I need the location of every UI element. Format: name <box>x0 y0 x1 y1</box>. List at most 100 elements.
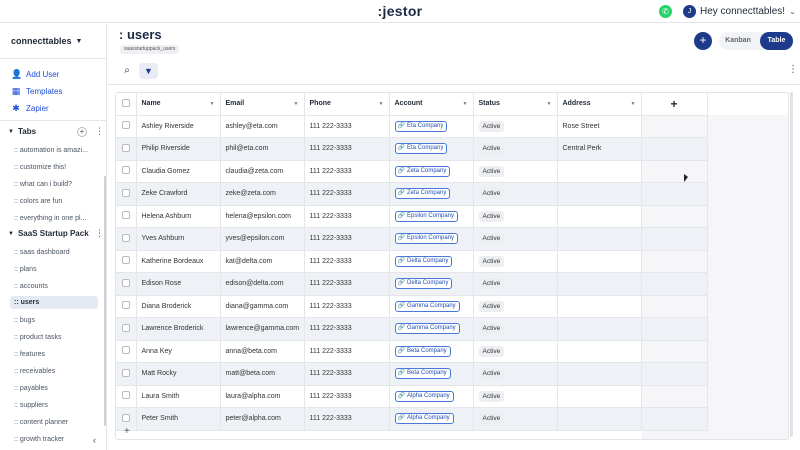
cell-phone[interactable]: 111 222-3333 <box>304 182 390 206</box>
row-checkbox[interactable] <box>116 317 137 341</box>
cell-email[interactable]: claudia@zeta.com <box>220 160 305 183</box>
column-header-email[interactable]: Email ▼ <box>220 93 305 116</box>
table-row[interactable]: Helena Ashburn helena@epsilon.com 111 222-… <box>116 205 708 228</box>
row-checkbox[interactable] <box>116 250 137 273</box>
row-checkbox[interactable] <box>116 340 137 363</box>
cell-account[interactable]: 🔗 Zeta Company <box>389 182 474 206</box>
sidebar-item[interactable]: :: features <box>10 348 98 361</box>
cell-account[interactable]: 🔗 Epsilon Company <box>389 227 474 251</box>
chevron-down-icon[interactable]: ▼ <box>463 101 468 107</box>
cell-status[interactable]: Active <box>473 385 558 408</box>
cell-name[interactable]: Diana Broderick <box>136 295 221 318</box>
cell-phone[interactable]: 111 222-3333 <box>304 385 390 408</box>
cell-status[interactable]: Active <box>473 362 558 386</box>
row-checkbox[interactable] <box>116 295 137 318</box>
sidebar-item-users[interactable]: :: users <box>10 296 98 309</box>
collapse-sidebar-icon[interactable]: ‹ <box>93 435 96 445</box>
cell-name[interactable]: Helena Ashburn <box>136 205 221 228</box>
table-row[interactable]: Lawrence Broderick lawrence@gamma.com 111 … <box>116 317 708 341</box>
cell-name[interactable]: Anna Key <box>136 340 221 363</box>
cell-status[interactable]: Active <box>473 160 558 183</box>
cell-account[interactable]: 🔗 Gamma Company <box>389 317 474 341</box>
cell-account[interactable]: 🔗 Beta Company <box>389 362 474 386</box>
account-link-chip[interactable]: 🔗 Alpha Company <box>394 390 454 402</box>
cell-name[interactable]: Laura Smith <box>136 385 221 408</box>
chevron-down-icon[interactable]: ▼ <box>547 101 552 107</box>
cell-address[interactable]: Central Perk <box>557 137 642 161</box>
more-options-icon[interactable]: ⋮ <box>95 228 104 239</box>
sidebar-item[interactable]: :: customize this! <box>10 161 98 174</box>
cell-name[interactable]: Zeke Crawford <box>136 182 221 206</box>
table-row[interactable]: Peter Smith peter@alpha.com 111 222-3333 🔗 A… <box>116 407 708 431</box>
row-checkbox[interactable] <box>116 272 137 296</box>
account-link-chip[interactable]: 🔗 Delta Company <box>394 255 453 267</box>
cell-email[interactable]: edison@delta.com <box>220 272 305 296</box>
row-checkbox[interactable] <box>116 362 137 386</box>
cell-address[interactable] <box>557 250 642 273</box>
sidebar-item[interactable]: :: growth tracker <box>10 433 98 446</box>
table-row[interactable]: Katherine Bordeaux kat@delta.com 111 222-3… <box>116 250 708 273</box>
cell-status[interactable]: Active <box>473 115 558 138</box>
cell-address[interactable] <box>557 295 642 318</box>
sidebar-link-add-user[interactable]: 👤 Add User <box>11 69 59 79</box>
cell-phone[interactable]: 111 222-3333 <box>304 227 390 251</box>
cell-address[interactable]: Rose Street <box>557 115 642 138</box>
row-checkbox[interactable] <box>116 182 137 206</box>
more-options-icon[interactable]: ⋮ <box>788 64 798 75</box>
row-checkbox[interactable] <box>116 385 137 408</box>
cell-phone[interactable]: 111 222-3333 <box>304 250 390 273</box>
cell-name[interactable]: Matt Rocky <box>136 362 221 386</box>
cell-email[interactable]: lawrence@gamma.com <box>220 317 305 341</box>
sidebar-item[interactable]: :: product tasks <box>10 331 98 344</box>
row-checkbox[interactable] <box>116 227 137 251</box>
cell-phone[interactable]: 111 222-3333 <box>304 407 390 431</box>
view-table-button[interactable]: Table <box>760 32 793 50</box>
table-row[interactable]: Diana Broderick diana@gamma.com 111 222-33… <box>116 295 708 318</box>
table-row[interactable]: Yves Ashburn yves@epsilon.com 111 222-3333… <box>116 227 708 251</box>
view-kanban-button[interactable]: Kanban <box>719 32 757 50</box>
table-row[interactable]: Philip Riverside phil@eta.com 111 222-3333… <box>116 137 708 161</box>
cell-phone[interactable]: 111 222-3333 <box>304 272 390 296</box>
cell-address[interactable] <box>557 182 642 206</box>
account-link-chip[interactable]: 🔗 Gamma Company <box>394 323 460 335</box>
cell-status[interactable]: Active <box>473 137 558 161</box>
cell-email[interactable]: matt@beta.com <box>220 362 305 386</box>
cell-phone[interactable]: 111 222-3333 <box>304 137 390 161</box>
cell-email[interactable]: phil@eta.com <box>220 137 305 161</box>
more-options-icon[interactable]: ⋮ <box>95 126 104 137</box>
cell-name[interactable]: Claudia Gomez <box>136 160 221 183</box>
cell-name[interactable]: Katherine Bordeaux <box>136 250 221 273</box>
chevron-down-icon[interactable]: ▼ <box>631 101 636 107</box>
cell-status[interactable]: Active <box>473 205 558 228</box>
sidebar-item[interactable]: :: automation is amazi... <box>10 144 98 157</box>
cell-account[interactable]: 🔗 Delta Company <box>389 250 474 273</box>
column-header-status[interactable]: Status ▼ <box>473 93 558 116</box>
sidebar-link-templates[interactable]: ▦ Templates <box>11 86 63 96</box>
cell-status[interactable]: Active <box>473 340 558 363</box>
add-tab-icon[interactable]: + <box>77 127 87 137</box>
user-menu[interactable]: J Hey connecttables! ⌄ <box>683 3 796 20</box>
table-row[interactable]: Edison Rose edison@delta.com 111 222-3333 🔗… <box>116 272 708 296</box>
account-link-chip[interactable]: 🔗 Zeta Company <box>394 188 451 200</box>
account-link-chip[interactable]: 🔗 Zeta Company <box>394 165 451 177</box>
cell-address[interactable] <box>557 317 642 341</box>
app-logo[interactable]: :jestor <box>0 3 800 19</box>
cell-status[interactable]: Active <box>473 250 558 273</box>
search-icon[interactable]: ⌕ <box>119 63 135 79</box>
cell-name[interactable]: Peter Smith <box>136 407 221 431</box>
cell-status[interactable]: Active <box>473 317 558 341</box>
account-link-chip[interactable]: 🔗 Alpha Company <box>394 413 454 425</box>
sidebar-item[interactable]: :: saas dashboard <box>10 246 98 259</box>
account-link-chip[interactable]: 🔗 Beta Company <box>394 368 451 380</box>
cell-phone[interactable]: 111 222-3333 <box>304 362 390 386</box>
column-header-name[interactable]: Name ▼ <box>136 93 221 116</box>
cell-account[interactable]: 🔗 Delta Company <box>389 272 474 296</box>
account-link-chip[interactable]: 🔗 Beta Company <box>394 345 451 357</box>
cell-email[interactable]: peter@alpha.com <box>220 407 305 431</box>
chevron-down-icon[interactable]: ▼ <box>294 101 299 107</box>
cell-email[interactable]: laura@alpha.com <box>220 385 305 408</box>
cell-account[interactable]: 🔗 Epsilon Company <box>389 205 474 228</box>
account-link-chip[interactable]: 🔗 Epsilon Company <box>394 210 459 222</box>
sidebar-item[interactable]: :: bugs <box>10 314 98 327</box>
section-tabs[interactable]: ▼ Tabs <box>8 127 36 136</box>
